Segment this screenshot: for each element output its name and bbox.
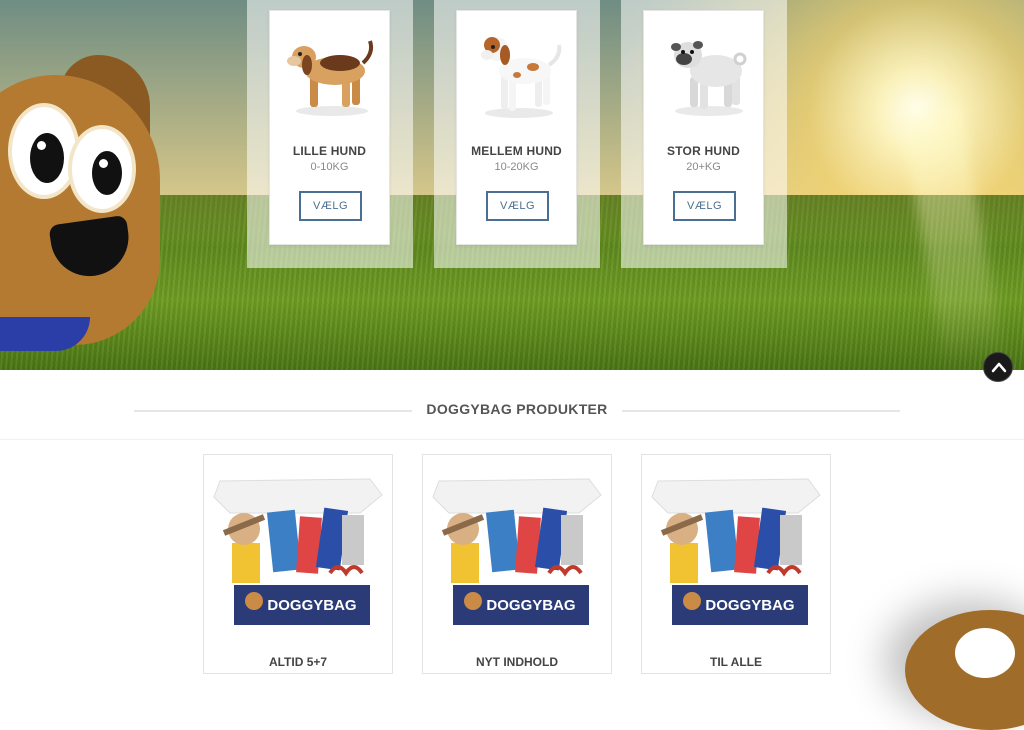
size-name: STOR HUND — [667, 144, 740, 158]
products-section-title: DOGGYBAG PRODUKTER — [426, 401, 608, 417]
beagle-icon — [287, 40, 374, 116]
doggybag-brand: DOGGYBAG — [705, 597, 794, 614]
chevron-up-icon — [991, 362, 1007, 373]
choose-large-button[interactable]: VÆLG — [673, 191, 736, 221]
spaniel-icon — [481, 37, 562, 118]
product-card[interactable]: DOGGYBAG TIL ALLE — [641, 454, 831, 674]
doggybag-brand: DOGGYBAG — [486, 597, 575, 614]
size-panel-large: STOR HUND 20+KG VÆLG — [621, 0, 787, 268]
scroll-to-top-button[interactable] — [983, 352, 1013, 382]
size-card-large[interactable]: STOR HUND 20+KG VÆLG — [643, 10, 764, 245]
size-weight: 20+KG — [686, 161, 721, 173]
mascot-collar — [0, 317, 90, 351]
product-card[interactable]: DOGGYBAG ALTID 5+7 — [203, 454, 393, 674]
doggybag-box-image: DOGGYBAG — [432, 478, 602, 625]
product-card[interactable]: DOGGYBAG NYT INDHOLD — [422, 454, 612, 674]
product-caption: ALTID 5+7 — [268, 655, 328, 669]
size-weight: 10-20KG — [494, 161, 539, 173]
size-weight: 0-10KG — [310, 161, 349, 173]
doggybag-box-image: DOGGYBAG — [651, 478, 821, 625]
size-name: LILLE HUND — [292, 144, 367, 158]
doggybag-box-image: DOGGYBAG — [213, 478, 383, 625]
size-name: MELLEM HUND — [471, 144, 562, 158]
product-caption: TIL ALLE — [710, 655, 762, 669]
hero-banner: LILLE HUND 0-10KG VÆLG MELLEM HUND 10-20… — [0, 0, 1024, 370]
mascot-peek — [905, 610, 1024, 730]
size-card-small[interactable]: LILLE HUND 0-10KG VÆLG — [269, 10, 390, 245]
pug-icon — [671, 41, 747, 116]
product-caption: NYT INDHOLD — [476, 655, 558, 669]
doggybag-brand: DOGGYBAG — [267, 597, 356, 614]
size-panel-medium: MELLEM HUND 10-20KG VÆLG — [434, 0, 600, 268]
mascot-dog — [0, 55, 180, 355]
size-panel-small: LILLE HUND 0-10KG VÆLG — [247, 0, 413, 268]
choose-small-button[interactable]: VÆLG — [299, 191, 362, 221]
products-section-header: DOGGYBAG PRODUKTER — [0, 370, 1024, 440]
choose-medium-button[interactable]: VÆLG — [486, 191, 549, 221]
size-card-medium[interactable]: MELLEM HUND 10-20KG VÆLG — [456, 10, 577, 245]
